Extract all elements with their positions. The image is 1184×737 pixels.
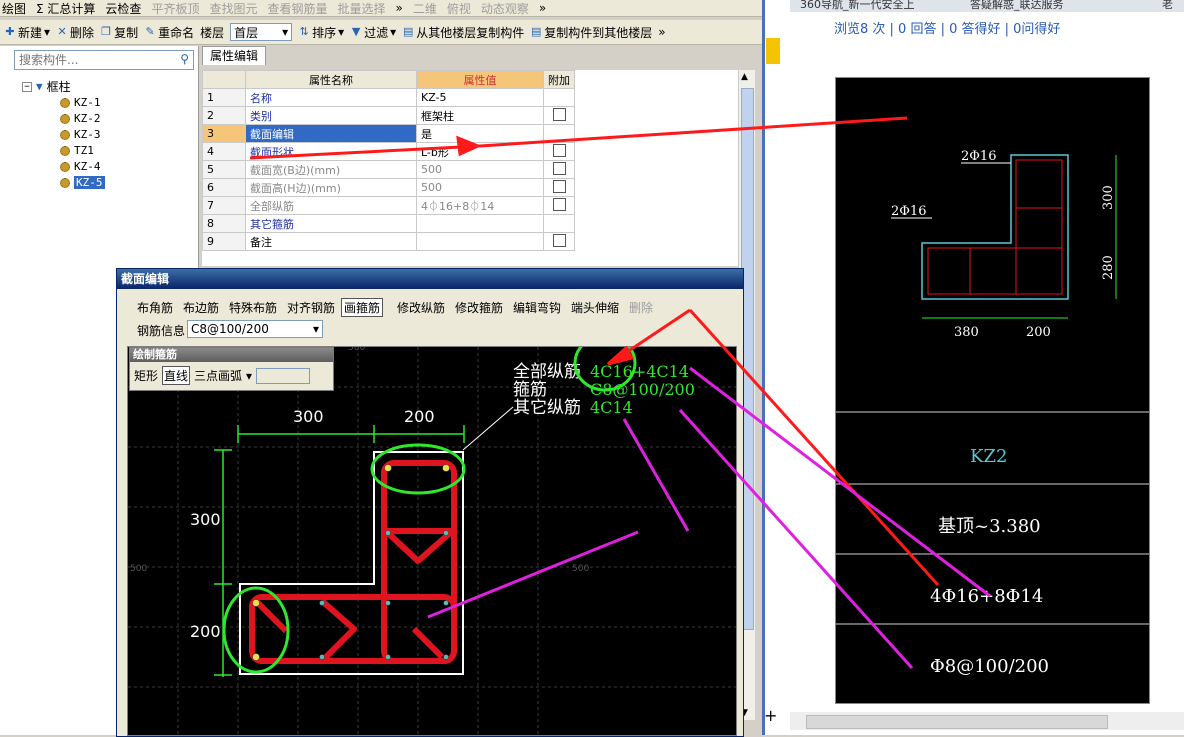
overlay-arrows <box>249 116 991 670</box>
